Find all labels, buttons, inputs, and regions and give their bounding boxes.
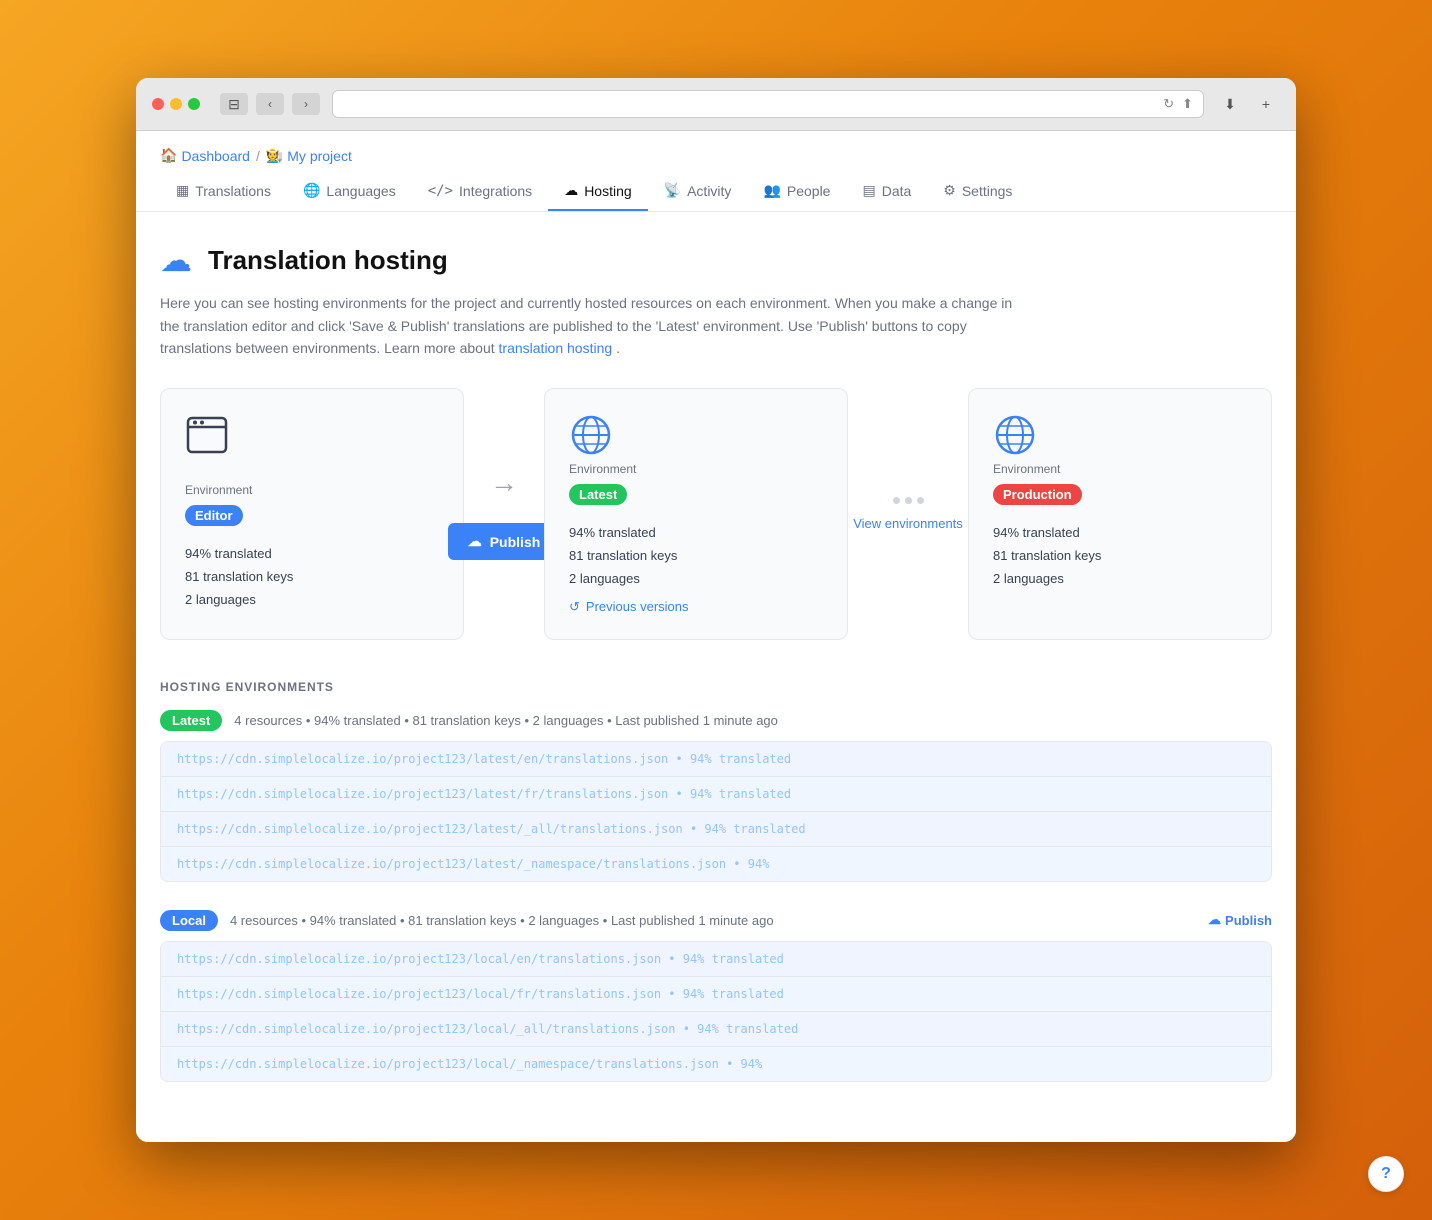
activity-icon: 📡 xyxy=(664,182,681,199)
browser-window: ⊟ ‹ › ↻ ⬆ ⬇ + 🏠 Dashboard / 🧑‍🌾 My proje… xyxy=(136,78,1296,1141)
page-title: Translation hosting xyxy=(208,245,448,276)
resource-row: https://cdn.simplelocalize.io/project123… xyxy=(161,847,1271,881)
sidebar-toggle-button[interactable]: ⊟ xyxy=(220,93,248,115)
resource-row: https://cdn.simplelocalize.io/project123… xyxy=(161,942,1271,977)
dots-indicator xyxy=(893,497,924,504)
view-environments-link[interactable]: View environments xyxy=(853,516,963,531)
app-content: 🏠 Dashboard / 🧑‍🌾 My project ▦ Translati… xyxy=(136,131,1296,1141)
production-environment-card: Environment Production 94% translated 81… xyxy=(968,388,1272,640)
traffic-light-green[interactable] xyxy=(188,98,200,110)
tab-activity[interactable]: 📡 Activity xyxy=(648,172,748,211)
dot-1 xyxy=(893,497,900,504)
local-section-badge: Local xyxy=(160,910,218,931)
home-icon: 🏠 xyxy=(160,147,177,164)
production-badge: Production xyxy=(993,484,1082,505)
local-section-header: Local 4 resources • 94% translated • 81 … xyxy=(160,910,1272,931)
cloud-icon: ☁ xyxy=(160,244,192,276)
publish-arrow-area: → ☁ Publish xyxy=(464,388,544,640)
tab-translations[interactable]: ▦ Translations xyxy=(160,172,287,211)
local-hosting-section: Local 4 resources • 94% translated • 81 … xyxy=(160,910,1272,1082)
traffic-lights xyxy=(152,98,200,110)
hosting-icon: ☁ xyxy=(564,182,578,199)
editor-stats: 94% translated 81 translation keys 2 lan… xyxy=(185,542,439,612)
breadcrumb-separator: / xyxy=(256,148,260,164)
tab-hosting[interactable]: ☁ Hosting xyxy=(548,172,647,211)
integrations-icon: </> xyxy=(428,183,453,199)
share-icon[interactable]: ⬆ xyxy=(1182,96,1193,112)
url-bar[interactable]: ↻ ⬆ xyxy=(332,90,1204,118)
latest-resource-list: https://cdn.simplelocalize.io/project123… xyxy=(160,741,1272,882)
settings-icon: ⚙ xyxy=(943,182,956,199)
environments-row: Environment Editor 94% translated 81 tra… xyxy=(160,388,1272,640)
latest-section-meta: 4 resources • 94% translated • 81 transl… xyxy=(234,713,1272,728)
editor-env-label: Environment xyxy=(185,483,439,497)
reload-icon[interactable]: ↻ xyxy=(1163,96,1174,112)
tab-people[interactable]: 👥 People xyxy=(747,172,846,211)
traffic-light-yellow[interactable] xyxy=(170,98,182,110)
traffic-light-red[interactable] xyxy=(152,98,164,110)
resource-row: https://cdn.simplelocalize.io/project123… xyxy=(161,742,1271,777)
latest-hosting-section: Latest 4 resources • 94% translated • 81… xyxy=(160,710,1272,882)
local-publish-button[interactable]: ☁ Publish xyxy=(1208,912,1272,928)
languages-icon: 🌐 xyxy=(303,182,320,199)
dot-2 xyxy=(905,497,912,504)
latest-environment-card: Environment Latest 94% translated 81 tra… xyxy=(544,388,848,640)
upload-icon: ☁ xyxy=(468,533,482,550)
dashboard-link[interactable]: 🏠 Dashboard xyxy=(160,147,250,164)
latest-badge: Latest xyxy=(569,484,627,505)
resource-row: https://cdn.simplelocalize.io/project123… xyxy=(161,1012,1271,1047)
production-stats: 94% translated 81 translation keys 2 lan… xyxy=(993,521,1247,591)
production-env-label: Environment xyxy=(993,462,1247,476)
hosting-environments-section: HOSTING ENVIRONMENTS Latest 4 resources … xyxy=(160,680,1272,1082)
downloads-button[interactable]: ⬇ xyxy=(1216,93,1244,115)
translation-hosting-link[interactable]: translation hosting xyxy=(499,340,613,356)
editor-icon xyxy=(185,413,439,467)
breadcrumb: 🏠 Dashboard / 🧑‍🌾 My project xyxy=(136,131,1296,164)
tab-settings[interactable]: ⚙ Settings xyxy=(927,172,1028,211)
latest-stats: 94% translated 81 translation keys 2 lan… xyxy=(569,521,823,591)
page-description: Here you can see hosting environments fo… xyxy=(160,292,1020,359)
latest-section-badge: Latest xyxy=(160,710,222,731)
history-icon: ↺ xyxy=(569,599,580,615)
editor-environment-card: Environment Editor 94% translated 81 tra… xyxy=(160,388,464,640)
resource-row: https://cdn.simplelocalize.io/project123… xyxy=(161,777,1271,812)
latest-globe-icon xyxy=(569,444,613,461)
hosting-section-title: HOSTING ENVIRONMENTS xyxy=(160,680,1272,694)
browser-controls: ⊟ ‹ › xyxy=(220,93,320,115)
tab-languages[interactable]: 🌐 Languages xyxy=(287,172,412,211)
production-globe-icon xyxy=(993,444,1037,461)
local-resource-list: https://cdn.simplelocalize.io/project123… xyxy=(160,941,1272,1082)
upload-cloud-icon: ☁ xyxy=(1208,912,1221,928)
editor-badge: Editor xyxy=(185,505,243,526)
resource-row: https://cdn.simplelocalize.io/project123… xyxy=(161,1047,1271,1081)
resource-row: https://cdn.simplelocalize.io/project123… xyxy=(161,977,1271,1012)
translations-icon: ▦ xyxy=(176,182,189,199)
tab-data[interactable]: ▤ Data xyxy=(846,172,927,211)
latest-section-header: Latest 4 resources • 94% translated • 81… xyxy=(160,710,1272,731)
project-icon: 🧑‍🌾 xyxy=(266,147,283,164)
main-content: ☁ Translation hosting Here you can see h… xyxy=(136,212,1296,1141)
browser-chrome: ⊟ ‹ › ↻ ⬆ ⬇ + xyxy=(136,78,1296,131)
new-tab-button[interactable]: + xyxy=(1252,93,1280,115)
latest-env-label: Environment xyxy=(569,462,823,476)
previous-versions-link[interactable]: ↺ Previous versions xyxy=(569,599,823,615)
local-section-meta: 4 resources • 94% translated • 81 transl… xyxy=(230,913,1196,928)
dot-3 xyxy=(917,497,924,504)
project-link[interactable]: 🧑‍🌾 My project xyxy=(266,147,352,164)
nav-tabs: ▦ Translations 🌐 Languages </> Integrati… xyxy=(136,172,1296,212)
people-icon: 👥 xyxy=(763,182,780,199)
help-button[interactable]: ? xyxy=(1368,1156,1404,1192)
resource-row: https://cdn.simplelocalize.io/project123… xyxy=(161,812,1271,847)
browser-actions: ⬇ + xyxy=(1216,93,1280,115)
data-icon: ▤ xyxy=(862,182,875,199)
page-header: ☁ Translation hosting xyxy=(160,244,1272,276)
arrow-right-icon: → xyxy=(490,467,518,499)
forward-button[interactable]: › xyxy=(292,93,320,115)
back-button[interactable]: ‹ xyxy=(256,93,284,115)
tab-integrations[interactable]: </> Integrations xyxy=(412,172,548,211)
view-environments-area: View environments xyxy=(848,388,968,640)
